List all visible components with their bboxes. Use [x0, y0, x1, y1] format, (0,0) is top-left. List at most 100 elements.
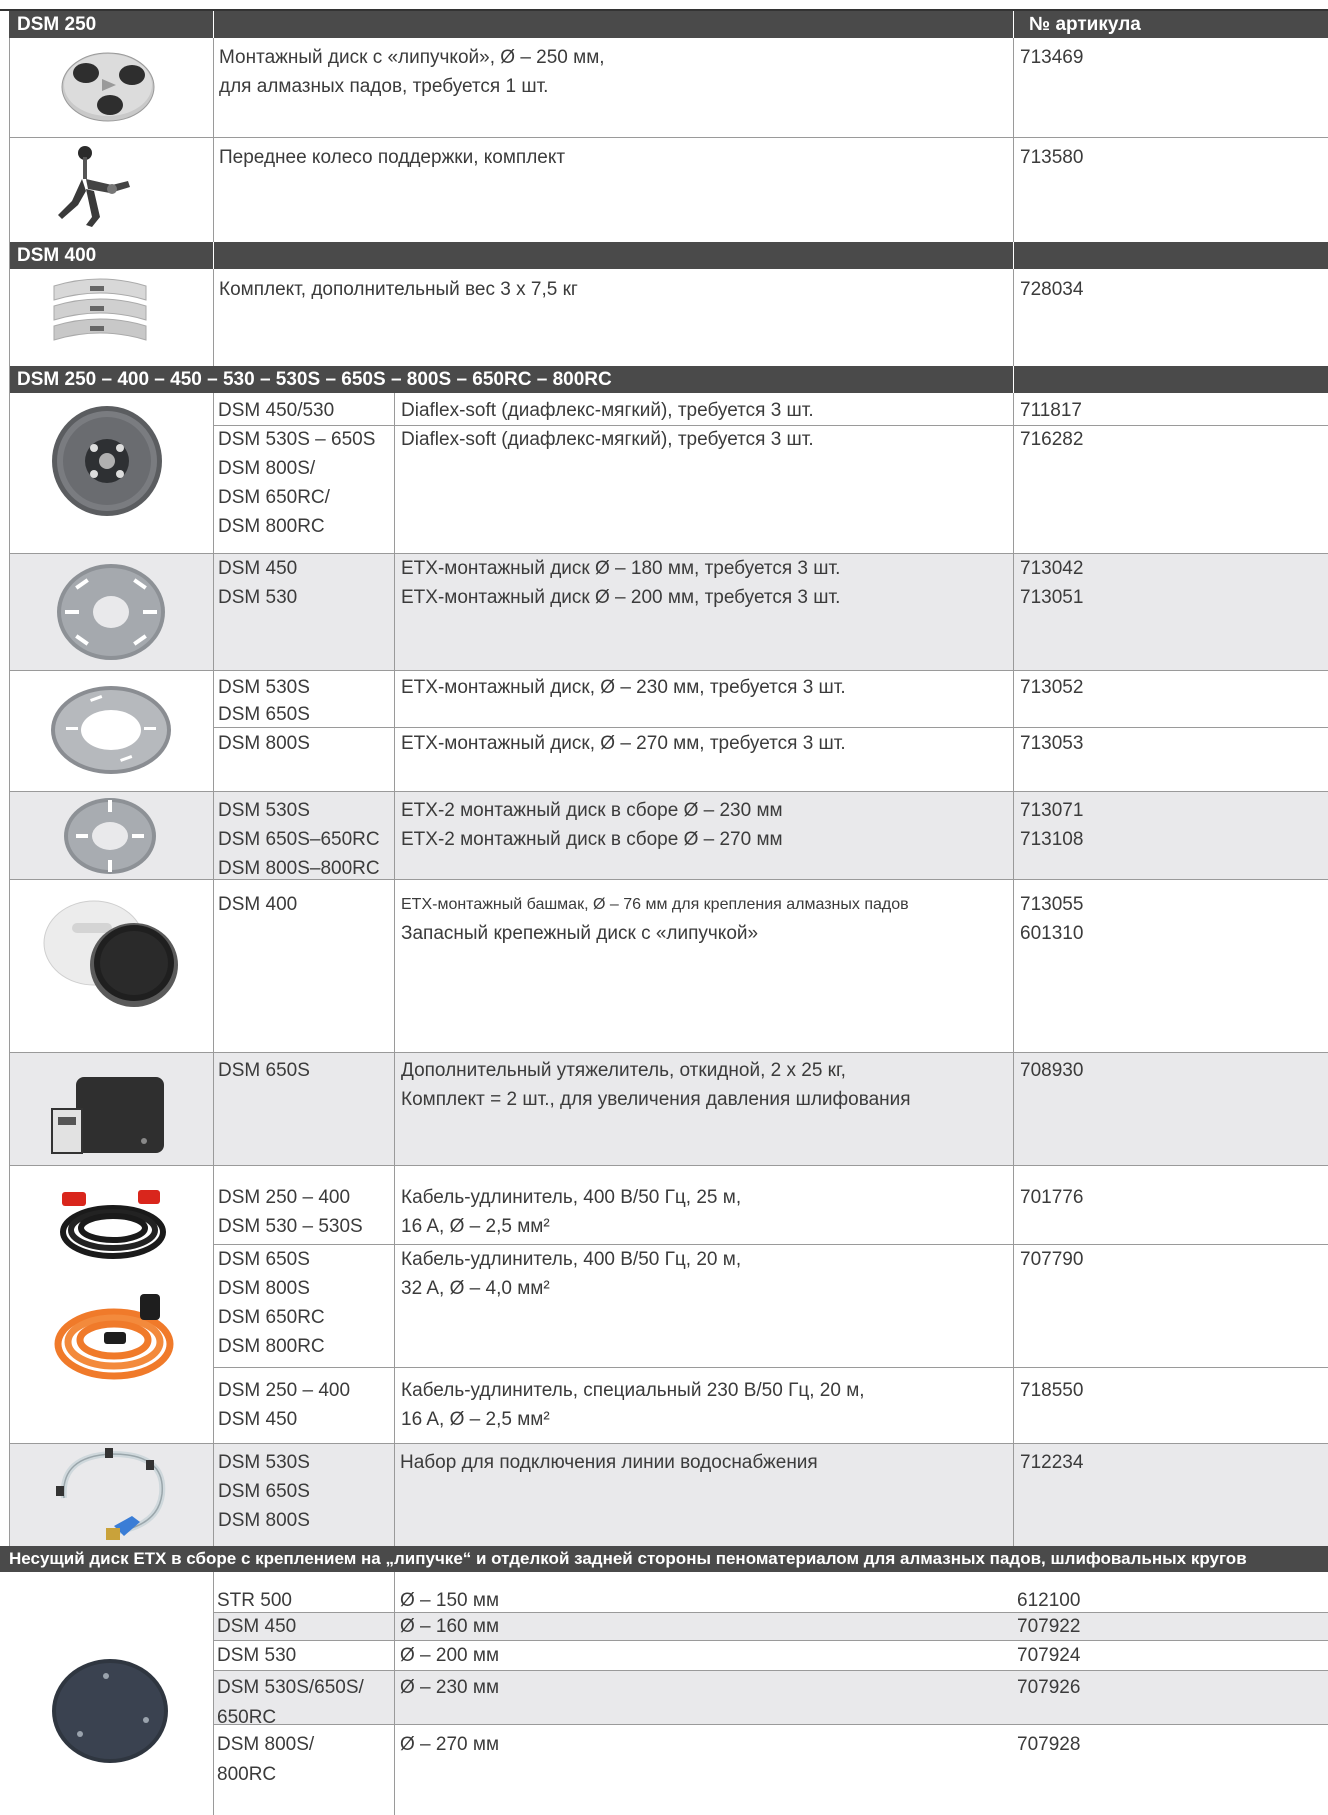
header-separator — [1013, 242, 1014, 269]
article-number: 713469 — [1020, 47, 1084, 68]
etx-mounting-disc-image — [57, 564, 165, 660]
model-text: DSM 800S — [218, 1510, 310, 1531]
model-text: DSM 450 — [217, 1616, 297, 1637]
article-number: 712234 — [1020, 1452, 1084, 1473]
article-number: 707926 — [1017, 1677, 1081, 1698]
article-number: 713055 — [1020, 894, 1084, 915]
black-extension-cable-image — [60, 1190, 166, 1259]
description-text: Diaflex-soft (диафлекс-мягкий), требуетс… — [401, 429, 814, 450]
article-number: 713071 — [1020, 800, 1084, 821]
etx-mounting-shoe-image — [43, 900, 178, 1007]
description-text: для алмазных падов, требуется 1 шт. — [219, 76, 549, 97]
model-text: 650RC — [217, 1707, 277, 1728]
model-text: DSM 530 – 530S — [218, 1216, 363, 1237]
article-number: 718550 — [1020, 1380, 1084, 1401]
model-text: DSM 650S — [218, 1249, 310, 1270]
description-text: Кабель-удлинитель, специальный 230 В/50 … — [401, 1380, 865, 1401]
article-number: 701776 — [1020, 1187, 1084, 1208]
sub-row-divider — [213, 1670, 1328, 1671]
table-row — [9, 38, 1328, 138]
sub-row-divider — [213, 1244, 1328, 1245]
column-divider — [213, 1572, 214, 1815]
model-text: 800RC — [217, 1764, 277, 1785]
model-text: DSM 650RC/ — [218, 487, 330, 508]
header-dsm250-label: DSM 250 — [17, 14, 97, 35]
description-text: 16 A, Ø – 2,5 мм² — [401, 1216, 550, 1237]
article-number: 707922 — [1017, 1616, 1081, 1637]
description-text: ETX-2 монтажный диск в сборе Ø – 270 мм — [401, 829, 783, 850]
description-text: Запасный крепежный диск с «липучкой» — [401, 923, 759, 944]
article-number: 708930 — [1020, 1060, 1084, 1081]
description-text: Кабель-удлинитель, 400 В/50 Гц, 20 м, — [401, 1249, 742, 1270]
model-text: DSM 800S/ — [217, 1734, 315, 1755]
article-number: 713108 — [1020, 829, 1084, 850]
header-separator — [1013, 366, 1014, 393]
sub-row-divider — [213, 1640, 1328, 1641]
sub-row-divider — [213, 1367, 1328, 1368]
article-number: 612100 — [1017, 1590, 1081, 1611]
additional-weights-image — [53, 278, 147, 341]
section-header-multi-model: DSM 250 – 400 – 450 – 530 – 530S – 650S … — [9, 366, 1328, 393]
model-text: DSM 650S — [218, 1060, 310, 1081]
model-text: DSM 530S – 650S — [218, 429, 376, 450]
etx-carrier-disc-image — [52, 1659, 168, 1763]
article-number-header: № артикула — [1029, 14, 1141, 35]
model-text: DSM 450 — [218, 1409, 298, 1430]
model-text: DSM 530 — [218, 587, 298, 608]
description-text: Набор для подключения линии водоснабжени… — [400, 1452, 818, 1473]
header-dsm400-label: DSM 400 — [17, 245, 97, 266]
model-text: DSM 650S–650RC — [218, 829, 380, 850]
table-row — [213, 1612, 1328, 1640]
table-row — [9, 269, 1328, 366]
sub-row-divider — [213, 1724, 1328, 1725]
article-number: 601310 — [1020, 923, 1084, 944]
description-text: ETX-монтажный диск, Ø – 230 мм, требуетс… — [401, 677, 846, 698]
description-text: ETX-монтажный башмак, Ø – 76 мм для креп… — [401, 896, 909, 913]
model-text: DSM 800S — [218, 1278, 310, 1299]
model-text: DSM 800S/ — [218, 458, 316, 479]
model-text: DSM 800RC — [218, 516, 325, 537]
column-divider — [394, 393, 395, 1546]
description-text: Дополнительный утяжелитель, откидной, 2 … — [401, 1060, 846, 1081]
orange-extension-cable-image — [54, 1294, 174, 1380]
model-text: DSM 250 – 400 — [218, 1187, 351, 1208]
fold-out-weight-image — [51, 1077, 164, 1154]
description-text: ETX-монтажный диск Ø – 200 мм, требуется… — [401, 587, 841, 608]
water-supply-kit-image — [56, 1448, 166, 1540]
description-text: Ø – 230 мм — [400, 1677, 500, 1698]
article-number: 713051 — [1020, 587, 1084, 608]
description-text: Монтажный диск с «липучкой», Ø – 250 мм, — [219, 47, 605, 68]
column-divider — [213, 38, 214, 242]
description-text: Кабель-удлинитель, 400 В/50 Гц, 25 м, — [401, 1187, 742, 1208]
model-text: DSM 530S — [218, 800, 310, 821]
description-text: ETX-2 монтажный диск в сборе Ø – 230 мм — [401, 800, 783, 821]
article-number: 728034 — [1020, 279, 1084, 300]
article-number: 711817 — [1020, 400, 1082, 421]
description-text: Ø – 160 мм — [400, 1616, 500, 1637]
table-row — [213, 1670, 1328, 1724]
description-text: Комплект = 2 шт., для увеличения давлени… — [401, 1089, 911, 1110]
article-number: 713052 — [1020, 677, 1084, 698]
header-multi-label: DSM 250 – 400 – 450 – 530 – 530S – 650S … — [17, 369, 612, 390]
table-row — [9, 138, 1328, 242]
article-number: 707928 — [1017, 1734, 1081, 1755]
accessory-table-page: DSM 250 № артикула Монтажный диск с «лип… — [0, 0, 1328, 1815]
article-number: 713580 — [1020, 147, 1084, 168]
model-text: DSM 800RC — [218, 1336, 325, 1357]
column-divider — [213, 393, 214, 1546]
column-divider — [1013, 393, 1014, 1546]
left-border — [9, 38, 10, 1546]
description-text: Ø – 200 мм — [400, 1645, 500, 1666]
header-etx-label: Несущий диск ETX в сборе с креплением на… — [9, 1549, 1247, 1568]
article-number: 713042 — [1020, 558, 1084, 579]
model-text: DSM 800S — [218, 733, 310, 754]
diaflex-soft-disc-image — [52, 406, 162, 516]
model-text: DSM 250 – 400 — [218, 1380, 351, 1401]
model-text: DSM 800S–800RC — [218, 858, 380, 879]
header-separator — [1013, 11, 1014, 38]
header-separator — [213, 242, 214, 269]
description-text: 16 A, Ø – 2,5 мм² — [401, 1409, 550, 1430]
sub-row-divider — [213, 727, 1328, 728]
velcro-mounting-disc-image — [61, 52, 155, 122]
description-text: ETX-монтажный диск Ø – 180 мм, требуется… — [401, 558, 841, 579]
